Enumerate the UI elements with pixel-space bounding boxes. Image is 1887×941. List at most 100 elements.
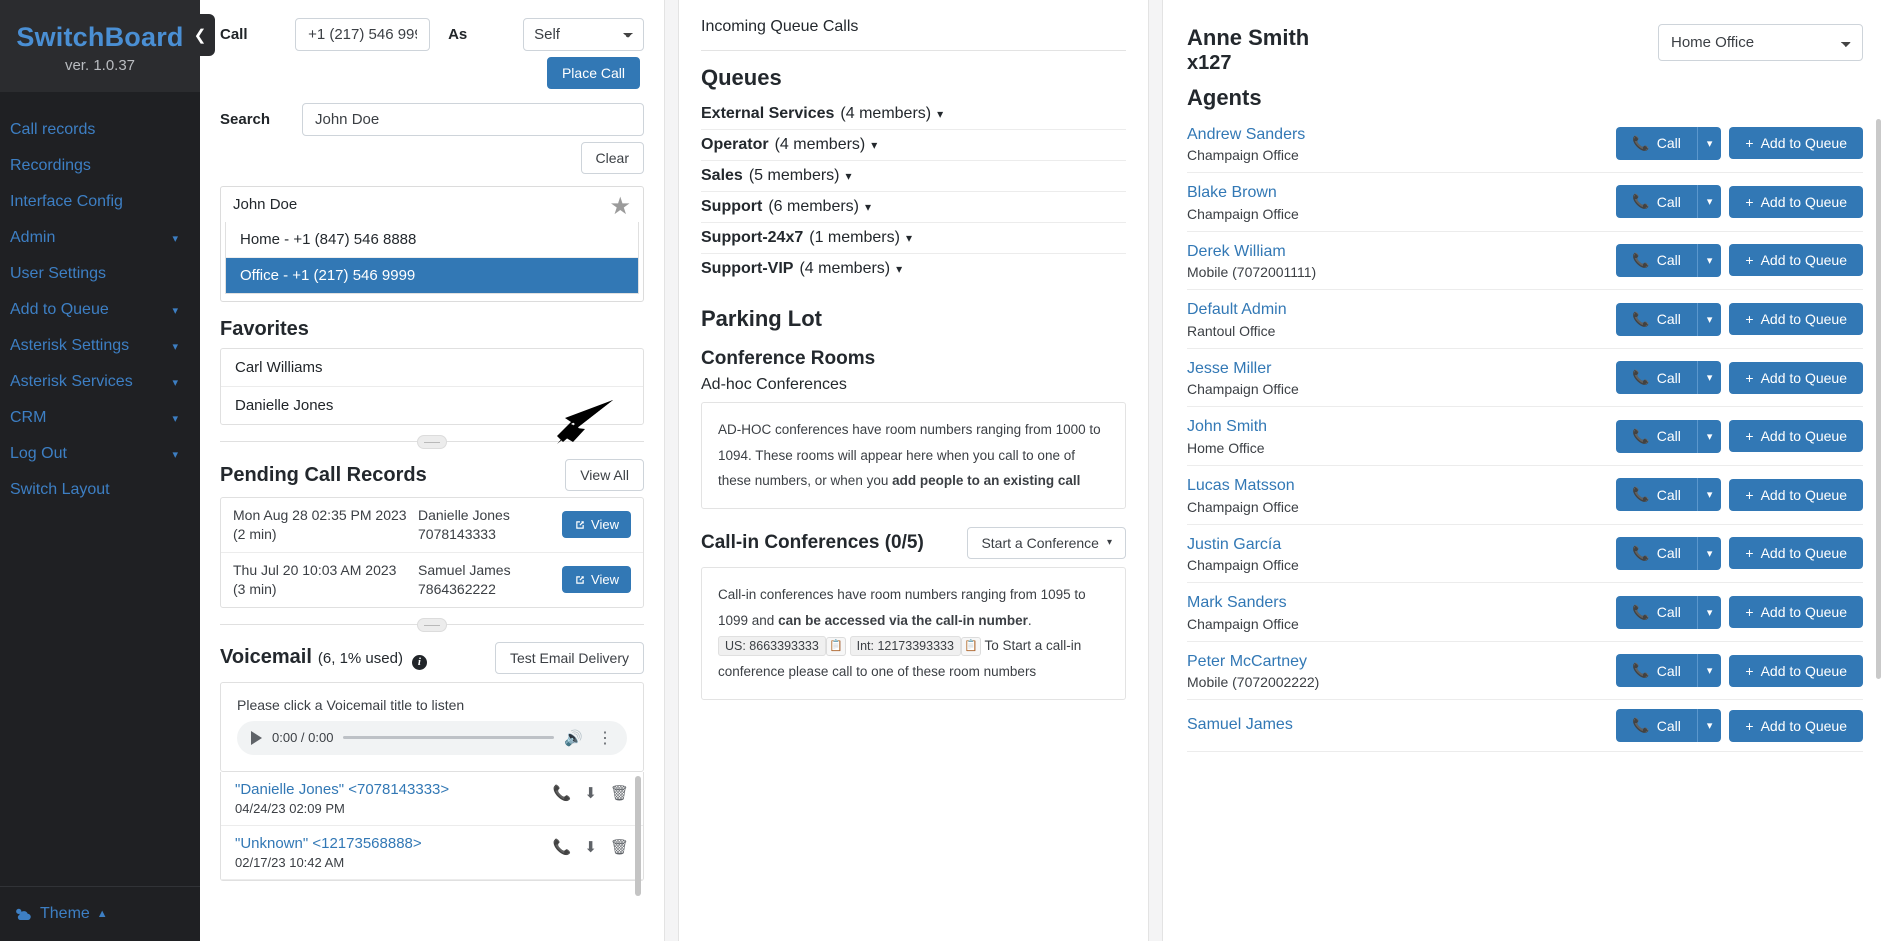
call-as-select[interactable]: Self <box>523 18 644 51</box>
call-button[interactable]: 📞 Call <box>1616 361 1697 395</box>
phone-icon[interactable]: 📞 <box>553 784 572 802</box>
start-a-conference-button[interactable]: Start a Conference ▾ <box>967 526 1126 559</box>
search-input[interactable] <box>302 103 644 136</box>
agent-name[interactable]: Blake Brown <box>1187 182 1299 204</box>
copy-icon[interactable]: 📋 <box>960 637 981 657</box>
add-to-queue-button[interactable]: + Add to Queue <box>1729 244 1863 277</box>
call-button[interactable]: 📞 Call <box>1616 185 1697 219</box>
panel-resizer-2[interactable] <box>220 617 644 634</box>
agent-name[interactable]: John Smith <box>1187 416 1267 438</box>
call-button[interactable]: 📞 Call <box>1616 595 1697 629</box>
audio-progress-bar[interactable] <box>343 736 555 740</box>
call-button[interactable]: 📞 Call <box>1616 654 1697 688</box>
call-options-button[interactable]: ▾ <box>1696 126 1722 160</box>
call-button[interactable]: 📞 Call <box>1616 126 1697 160</box>
list-item[interactable]: Danielle Jones <box>221 387 643 424</box>
add-to-queue-button[interactable]: + Add to Queue <box>1729 303 1863 336</box>
call-button[interactable]: 📞 Call <box>1616 419 1697 453</box>
resize-grip[interactable] <box>417 617 447 632</box>
sidebar-item-admin[interactable]: Admin ▾ <box>0 220 200 256</box>
call-button[interactable]: 📞 Call <box>1616 243 1697 277</box>
agent-name[interactable]: Derek William <box>1187 241 1316 263</box>
call-options-button[interactable]: ▾ <box>1696 536 1722 570</box>
add-to-queue-button[interactable]: + Add to Queue <box>1729 361 1863 394</box>
agent-name[interactable]: Mark Sanders <box>1187 592 1299 614</box>
place-call-button[interactable]: Place Call <box>546 57 640 89</box>
queue-item-support-24x7[interactable]: Support-24x7 (1 members) ▾ <box>701 223 1126 254</box>
call-options-button[interactable]: ▾ <box>1696 243 1722 277</box>
agent-name[interactable]: Andrew Sanders <box>1187 124 1305 146</box>
panel-resizer-1[interactable] <box>220 435 644 451</box>
voicemail-scrollbar[interactable] <box>635 775 641 896</box>
sidebar-collapse-button[interactable]: ❮ <box>185 14 215 56</box>
sidebar-item-recordings[interactable]: Recordings <box>0 148 200 184</box>
add-to-queue-button[interactable]: + Add to Queue <box>1729 596 1863 629</box>
clear-button[interactable]: Clear <box>580 142 644 174</box>
phone-input[interactable] <box>295 18 431 51</box>
copy-icon[interactable]: 📋 <box>825 637 846 657</box>
agent-name[interactable]: Lucas Matsson <box>1187 475 1299 497</box>
audio-player[interactable]: 0:00 / 0:00 🔊 ⋮ <box>237 720 627 755</box>
add-to-queue-button[interactable]: + Add to Queue <box>1729 185 1863 218</box>
view-button[interactable]: View <box>562 511 631 539</box>
voicemail-item-title[interactable]: "Unknown" <12173568888> <box>235 835 422 852</box>
agent-name[interactable]: Justin García <box>1187 534 1299 556</box>
agent-name[interactable]: Default Admin <box>1187 299 1287 321</box>
queue-item-support[interactable]: Support (6 members) ▾ <box>701 192 1126 223</box>
queue-item-external-services[interactable]: External Services (4 members) ▾ <box>701 99 1126 130</box>
download-icon[interactable]: ⬇ <box>584 784 597 802</box>
office-select[interactable]: Home Office <box>1658 24 1863 61</box>
sidebar-item-add-to-queue[interactable]: Add to Queue ▾ <box>0 292 200 328</box>
more-vertical-icon[interactable]: ⋮ <box>593 728 617 748</box>
call-options-button[interactable]: ▾ <box>1696 361 1722 395</box>
agent-name[interactable]: Peter McCartney <box>1187 651 1319 673</box>
view-all-button[interactable]: View All <box>565 459 644 491</box>
theme-toggle[interactable]: Theme ▲ <box>0 886 200 941</box>
trash-icon[interactable]: 🗑 <box>610 838 629 856</box>
voicemail-item-title[interactable]: "Danielle Jones" <7078143333> <box>235 781 449 798</box>
add-to-queue-button[interactable]: + Add to Queue <box>1729 478 1863 511</box>
add-to-queue-button[interactable]: + Add to Queue <box>1729 127 1863 160</box>
test-email-delivery-button[interactable]: Test Email Delivery <box>494 641 644 674</box>
call-options-button[interactable]: ▾ <box>1696 709 1722 743</box>
sidebar-item-crm[interactable]: CRM ▾ <box>0 400 200 436</box>
sidebar-item-call-records[interactable]: Call records <box>0 112 200 148</box>
sidebar-item-log-out[interactable]: Log Out ▾ <box>0 436 200 472</box>
sidebar-item-user-settings[interactable]: User Settings <box>0 256 200 292</box>
add-to-queue-button[interactable]: + Add to Queue <box>1729 709 1863 742</box>
agent-name[interactable]: Samuel James <box>1187 714 1293 736</box>
call-button[interactable]: 📞 Call <box>1616 478 1697 512</box>
view-button[interactable]: View <box>562 566 631 594</box>
queue-item-support-vip[interactable]: Support-VIP (4 members) ▾ <box>701 254 1126 284</box>
sidebar-item-switch-layout[interactable]: Switch Layout <box>0 472 200 508</box>
info-icon[interactable]: i <box>411 654 427 670</box>
call-options-button[interactable]: ▾ <box>1696 595 1722 629</box>
call-button[interactable]: 📞 Call <box>1616 709 1697 743</box>
resize-grip[interactable] <box>417 435 447 449</box>
call-options-button[interactable]: ▾ <box>1696 654 1722 688</box>
add-to-queue-button[interactable]: + Add to Queue <box>1729 420 1863 453</box>
volume-icon[interactable]: 🔊 <box>564 729 583 747</box>
sidebar-item-asterisk-settings[interactable]: Asterisk Settings ▾ <box>0 328 200 364</box>
trash-icon[interactable]: 🗑 <box>610 784 629 802</box>
add-to-queue-button[interactable]: + Add to Queue <box>1729 654 1863 687</box>
call-button[interactable]: 📞 Call <box>1616 536 1697 570</box>
call-options-button[interactable]: ▾ <box>1696 185 1722 219</box>
sidebar-item-asterisk-services[interactable]: Asterisk Services ▾ <box>0 364 200 400</box>
agents-scrollbar[interactable] <box>1876 118 1881 679</box>
sidebar-item-interface-config[interactable]: Interface Config <box>0 184 200 220</box>
queue-item-operator[interactable]: Operator (4 members) ▾ <box>701 130 1126 161</box>
agent-name[interactable]: Jesse Miller <box>1187 358 1299 380</box>
call-options-button[interactable]: ▾ <box>1696 419 1722 453</box>
search-result-number-home[interactable]: Home - +1 (847) 546 8888 <box>226 222 638 258</box>
call-options-button[interactable]: ▾ <box>1696 302 1722 336</box>
star-icon[interactable]: ★ <box>609 195 631 219</box>
play-icon[interactable] <box>251 730 262 745</box>
search-result-number-office[interactable]: Office - +1 (217) 546 9999 <box>226 258 638 293</box>
download-icon[interactable]: ⬇ <box>584 838 597 856</box>
queue-item-sales[interactable]: Sales (5 members) ▾ <box>701 161 1126 192</box>
add-to-queue-button[interactable]: + Add to Queue <box>1729 537 1863 570</box>
phone-icon[interactable]: 📞 <box>553 838 572 856</box>
call-button[interactable]: 📞 Call <box>1616 302 1697 336</box>
call-options-button[interactable]: ▾ <box>1696 478 1722 512</box>
